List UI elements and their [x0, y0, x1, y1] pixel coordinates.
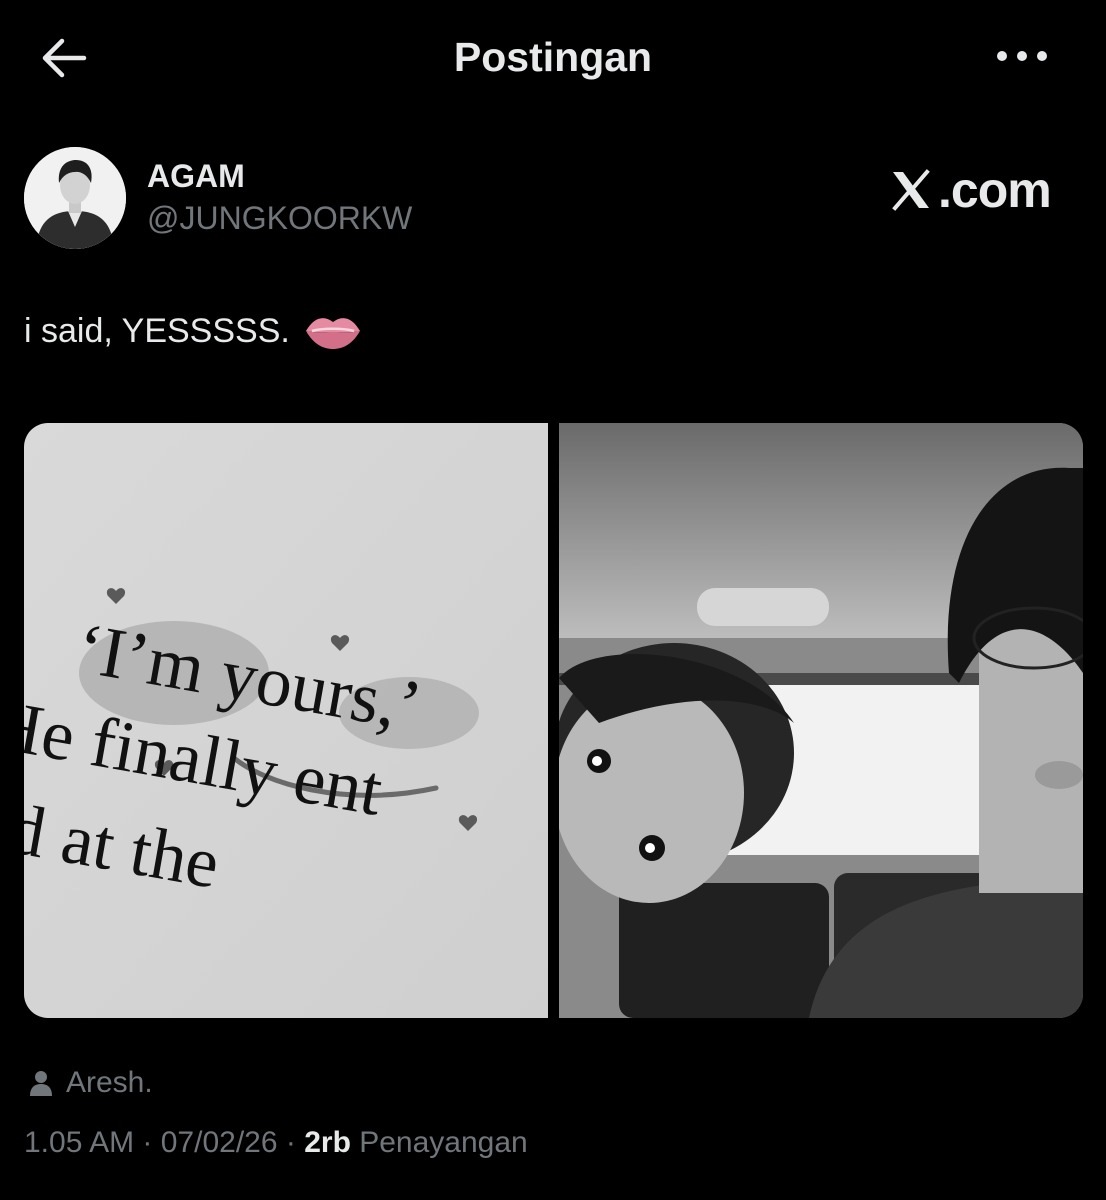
x-com-watermark: .com	[890, 160, 1052, 220]
media-grid: ‘I’m yours,’ He finally ent ped at the	[24, 423, 1083, 1018]
views-label: Penayangan	[350, 1126, 528, 1159]
person-icon	[30, 1071, 52, 1096]
tagged-user-name: Aresh.	[66, 1066, 153, 1099]
watermark-label: .com	[938, 162, 1052, 218]
page-title: Postingan	[453, 34, 653, 80]
views-count[interactable]: 2rb	[304, 1126, 351, 1159]
x-logo-icon	[892, 169, 930, 211]
tagged-user[interactable]: Aresh.	[30, 1066, 153, 1100]
post-time[interactable]: 1.05 AM	[24, 1126, 134, 1159]
post-date[interactable]: 07/02/26	[161, 1126, 278, 1159]
meta-separator: ·	[277, 1126, 305, 1159]
more-options-button[interactable]	[994, 40, 1050, 72]
avatar[interactable]	[24, 147, 126, 249]
media-image-car-selfie[interactable]	[559, 423, 1083, 1018]
author-display-name[interactable]: AGAM	[147, 158, 245, 195]
tweet-text: i said, YESSSSS.	[24, 311, 362, 351]
tweet-body: i said, YESSSSS.	[24, 311, 290, 350]
media-image-book[interactable]: ‘I’m yours,’ He finally ent ped at the	[24, 423, 548, 1018]
car-selfie-photo	[559, 423, 1083, 1018]
post-meta: 1.05 AM · 07/02/26 · 2rb Penayangan	[24, 1126, 528, 1160]
author-handle[interactable]: @JUNGKOORKW	[147, 200, 412, 237]
lips-emoji-icon	[305, 318, 360, 349]
meta-separator: ·	[134, 1126, 161, 1159]
more-horizontal-icon	[997, 51, 1047, 61]
top-bar: Postingan	[0, 0, 1106, 118]
avatar-photo	[24, 147, 126, 249]
